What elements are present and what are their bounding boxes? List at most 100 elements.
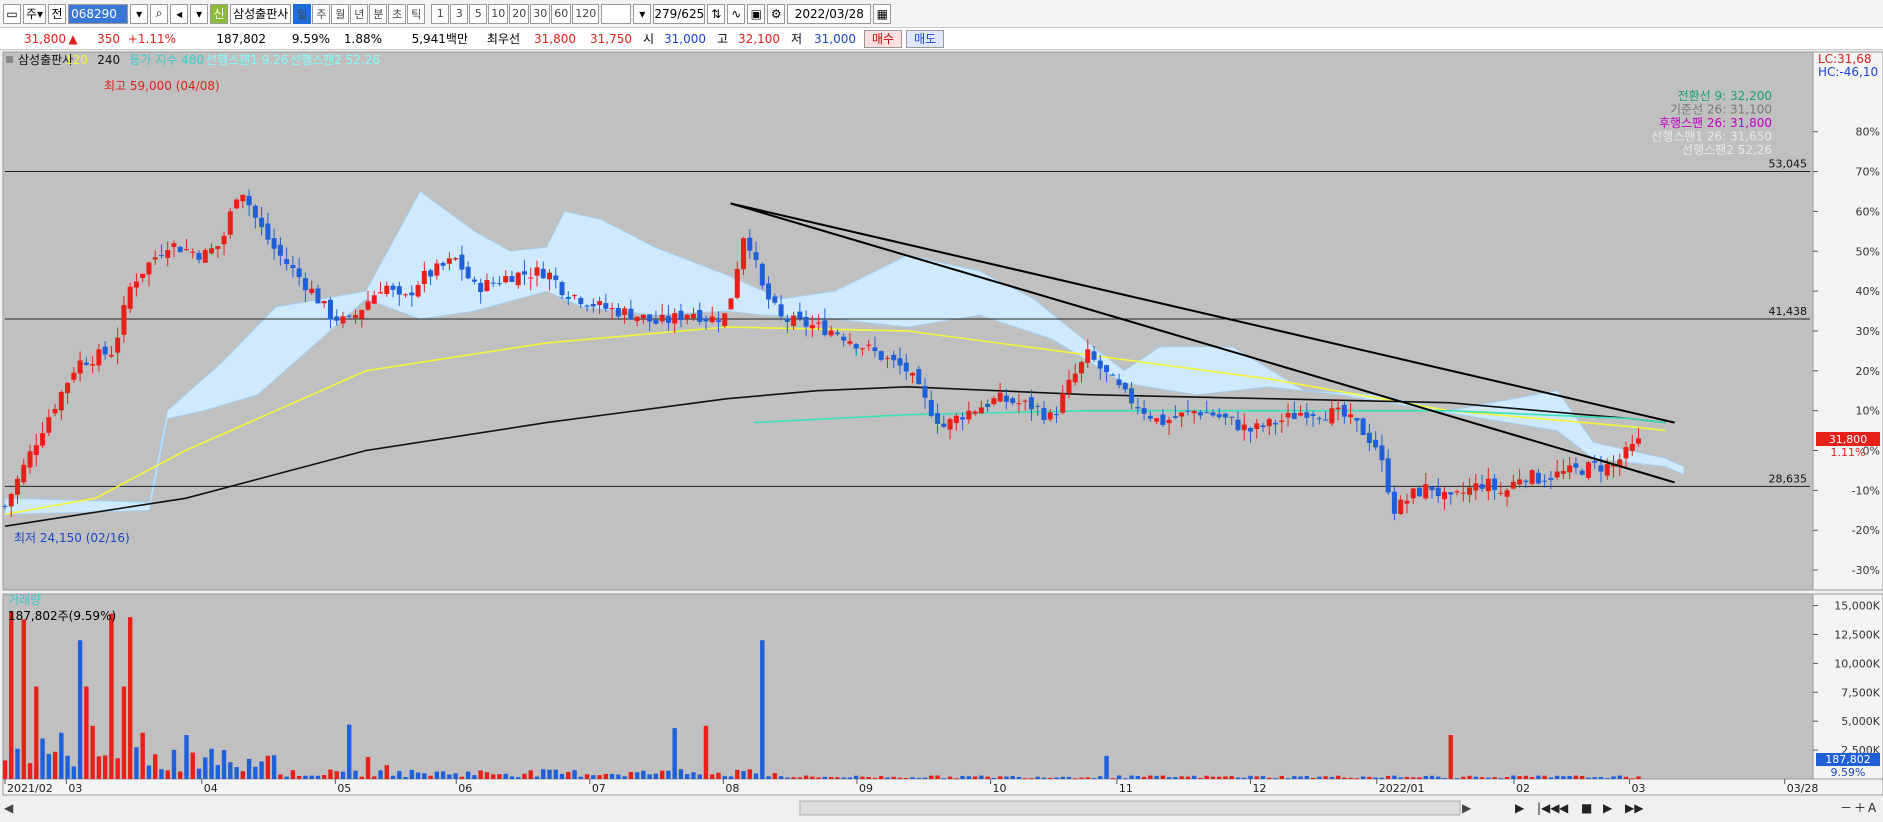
volume-bar bbox=[1579, 775, 1585, 779]
interval-tab-120[interactable]: 120 bbox=[572, 3, 600, 24]
volume-bar bbox=[296, 776, 302, 779]
nav-button-1[interactable]: |◀◀ bbox=[1537, 801, 1560, 815]
volume-bar bbox=[1185, 776, 1191, 779]
buy-button[interactable]: 매수 bbox=[864, 29, 903, 48]
candle-body bbox=[1129, 388, 1135, 404]
candle-body bbox=[115, 337, 121, 353]
gear-icon[interactable]: ⚙ bbox=[767, 3, 786, 24]
layout-icon[interactable]: ▭ bbox=[3, 3, 21, 24]
volume-bar bbox=[409, 769, 415, 779]
interval-tab-30[interactable]: 30 bbox=[530, 3, 551, 24]
volume-bar bbox=[803, 775, 809, 779]
interval-tab-5[interactable]: 5 bbox=[469, 3, 488, 24]
period-tab-3[interactable]: 년 bbox=[350, 3, 369, 24]
ichimoku-value-0: 전환선 9: 32,200 bbox=[1678, 89, 1772, 103]
ask-price: 31,800 bbox=[534, 31, 576, 46]
volume-bar bbox=[278, 774, 283, 779]
zoom-button-1[interactable]: ＋ bbox=[1854, 801, 1866, 815]
search-icon[interactable]: ⌕ bbox=[150, 3, 169, 24]
period-tab-4[interactable]: 분 bbox=[369, 3, 388, 24]
volume-bar bbox=[1223, 776, 1228, 779]
compare-icon[interactable]: ⇅ bbox=[707, 3, 726, 24]
volume-bar bbox=[472, 775, 477, 779]
candle-body bbox=[1404, 500, 1410, 504]
volume-bar bbox=[528, 770, 533, 779]
volume-bar bbox=[1198, 777, 1203, 779]
interval-tab-3[interactable]: 3 bbox=[450, 3, 469, 24]
interval-tab-20[interactable]: 20 bbox=[509, 3, 530, 24]
candle-body bbox=[290, 264, 296, 269]
sell-button[interactable]: 매도 bbox=[906, 29, 945, 48]
zoom-button-2[interactable]: A bbox=[1868, 801, 1877, 815]
volume-bar bbox=[127, 617, 133, 779]
calendar-icon[interactable]: ▦ bbox=[873, 3, 892, 24]
candle-body bbox=[1229, 416, 1235, 418]
candle-body bbox=[259, 217, 265, 228]
volume-bar bbox=[21, 619, 26, 779]
date-input[interactable]: 2022/03/28 bbox=[787, 3, 872, 24]
nav-button-2[interactable]: ◀ bbox=[1559, 801, 1569, 815]
period-tab-0[interactable]: 일 bbox=[293, 3, 312, 24]
candle bbox=[728, 298, 734, 310]
period-tab-1[interactable]: 주 bbox=[312, 3, 331, 24]
candle-body bbox=[747, 237, 753, 251]
nav-button-4[interactable]: ▶ bbox=[1603, 801, 1613, 815]
volume-bar bbox=[1166, 777, 1172, 779]
scroll-right-icon[interactable]: ▶ bbox=[1462, 801, 1472, 815]
volume-bar bbox=[309, 775, 314, 779]
candle-body bbox=[503, 276, 509, 283]
stock-code-input[interactable]: 068290 bbox=[68, 3, 129, 24]
custom-interval-input[interactable] bbox=[601, 3, 632, 24]
period-tab-2[interactable]: 월 bbox=[331, 3, 350, 24]
candle-body bbox=[534, 267, 540, 276]
candle-body bbox=[822, 320, 828, 336]
volume-bar bbox=[866, 777, 871, 779]
candle-body bbox=[121, 305, 127, 335]
period-tab-6[interactable]: 틱 bbox=[407, 3, 426, 24]
candle-body bbox=[190, 251, 196, 253]
chevron-down-icon[interactable]: ▾ bbox=[190, 3, 209, 24]
volume-bar bbox=[947, 776, 953, 779]
candle-body bbox=[209, 248, 215, 254]
candle-body bbox=[1598, 465, 1604, 472]
chevron-down-icon[interactable]: ▾ bbox=[633, 3, 652, 24]
volume-bar bbox=[1085, 777, 1090, 779]
current-price: 31,800 bbox=[24, 31, 66, 46]
candle-body bbox=[240, 194, 246, 202]
nav-button-3[interactable]: ■ bbox=[1581, 801, 1592, 815]
candle-body bbox=[991, 398, 997, 405]
candle-body bbox=[935, 413, 941, 424]
period-main-select[interactable]: 주 ▾ bbox=[23, 3, 47, 24]
quote-bar: 31,800 ▲ 350 +1.11% 187,802 9.59% 1.88% … bbox=[0, 28, 1883, 50]
candle-body bbox=[1423, 484, 1429, 499]
open-price: 31,000 bbox=[664, 31, 706, 46]
period-tab-5[interactable]: 초 bbox=[388, 3, 407, 24]
volume-bar bbox=[121, 686, 127, 779]
priority-label: 최우선 bbox=[486, 32, 520, 46]
code-dropdown-icon[interactable]: ▾ bbox=[130, 3, 149, 24]
candle-body bbox=[866, 344, 872, 346]
speaker-icon[interactable]: ◂ bbox=[170, 3, 189, 24]
volume-tick-label: 15,000K bbox=[1834, 600, 1880, 613]
volume-bar bbox=[747, 769, 752, 779]
horizontal-scrollbar[interactable] bbox=[799, 800, 1461, 816]
volume-bar bbox=[240, 771, 246, 779]
volume-bar bbox=[1116, 775, 1122, 779]
interval-tab-60[interactable]: 60 bbox=[551, 3, 572, 24]
candle-body bbox=[734, 268, 740, 298]
zoom-button-0[interactable]: － bbox=[1840, 801, 1852, 815]
candle-body bbox=[1247, 427, 1253, 432]
scroll-left-icon[interactable]: ◀ bbox=[4, 801, 14, 815]
nav-button-5[interactable]: ▶▶ bbox=[1625, 801, 1644, 815]
ichimoku-value-1: 기준선 26: 31,100 bbox=[1670, 103, 1772, 117]
candle-body bbox=[1304, 412, 1310, 418]
all-button[interactable]: 전 bbox=[48, 3, 67, 24]
interval-tab-10[interactable]: 10 bbox=[488, 3, 509, 24]
volume-bar bbox=[760, 640, 765, 779]
volume-bar bbox=[434, 771, 440, 779]
chart-type-icon[interactable]: ∿ bbox=[727, 3, 746, 24]
save-icon[interactable]: ▣ bbox=[747, 3, 766, 24]
nav-button-0[interactable]: ▶ bbox=[1515, 801, 1525, 815]
candle-body bbox=[1104, 365, 1110, 373]
interval-tab-1[interactable]: 1 bbox=[431, 3, 450, 24]
